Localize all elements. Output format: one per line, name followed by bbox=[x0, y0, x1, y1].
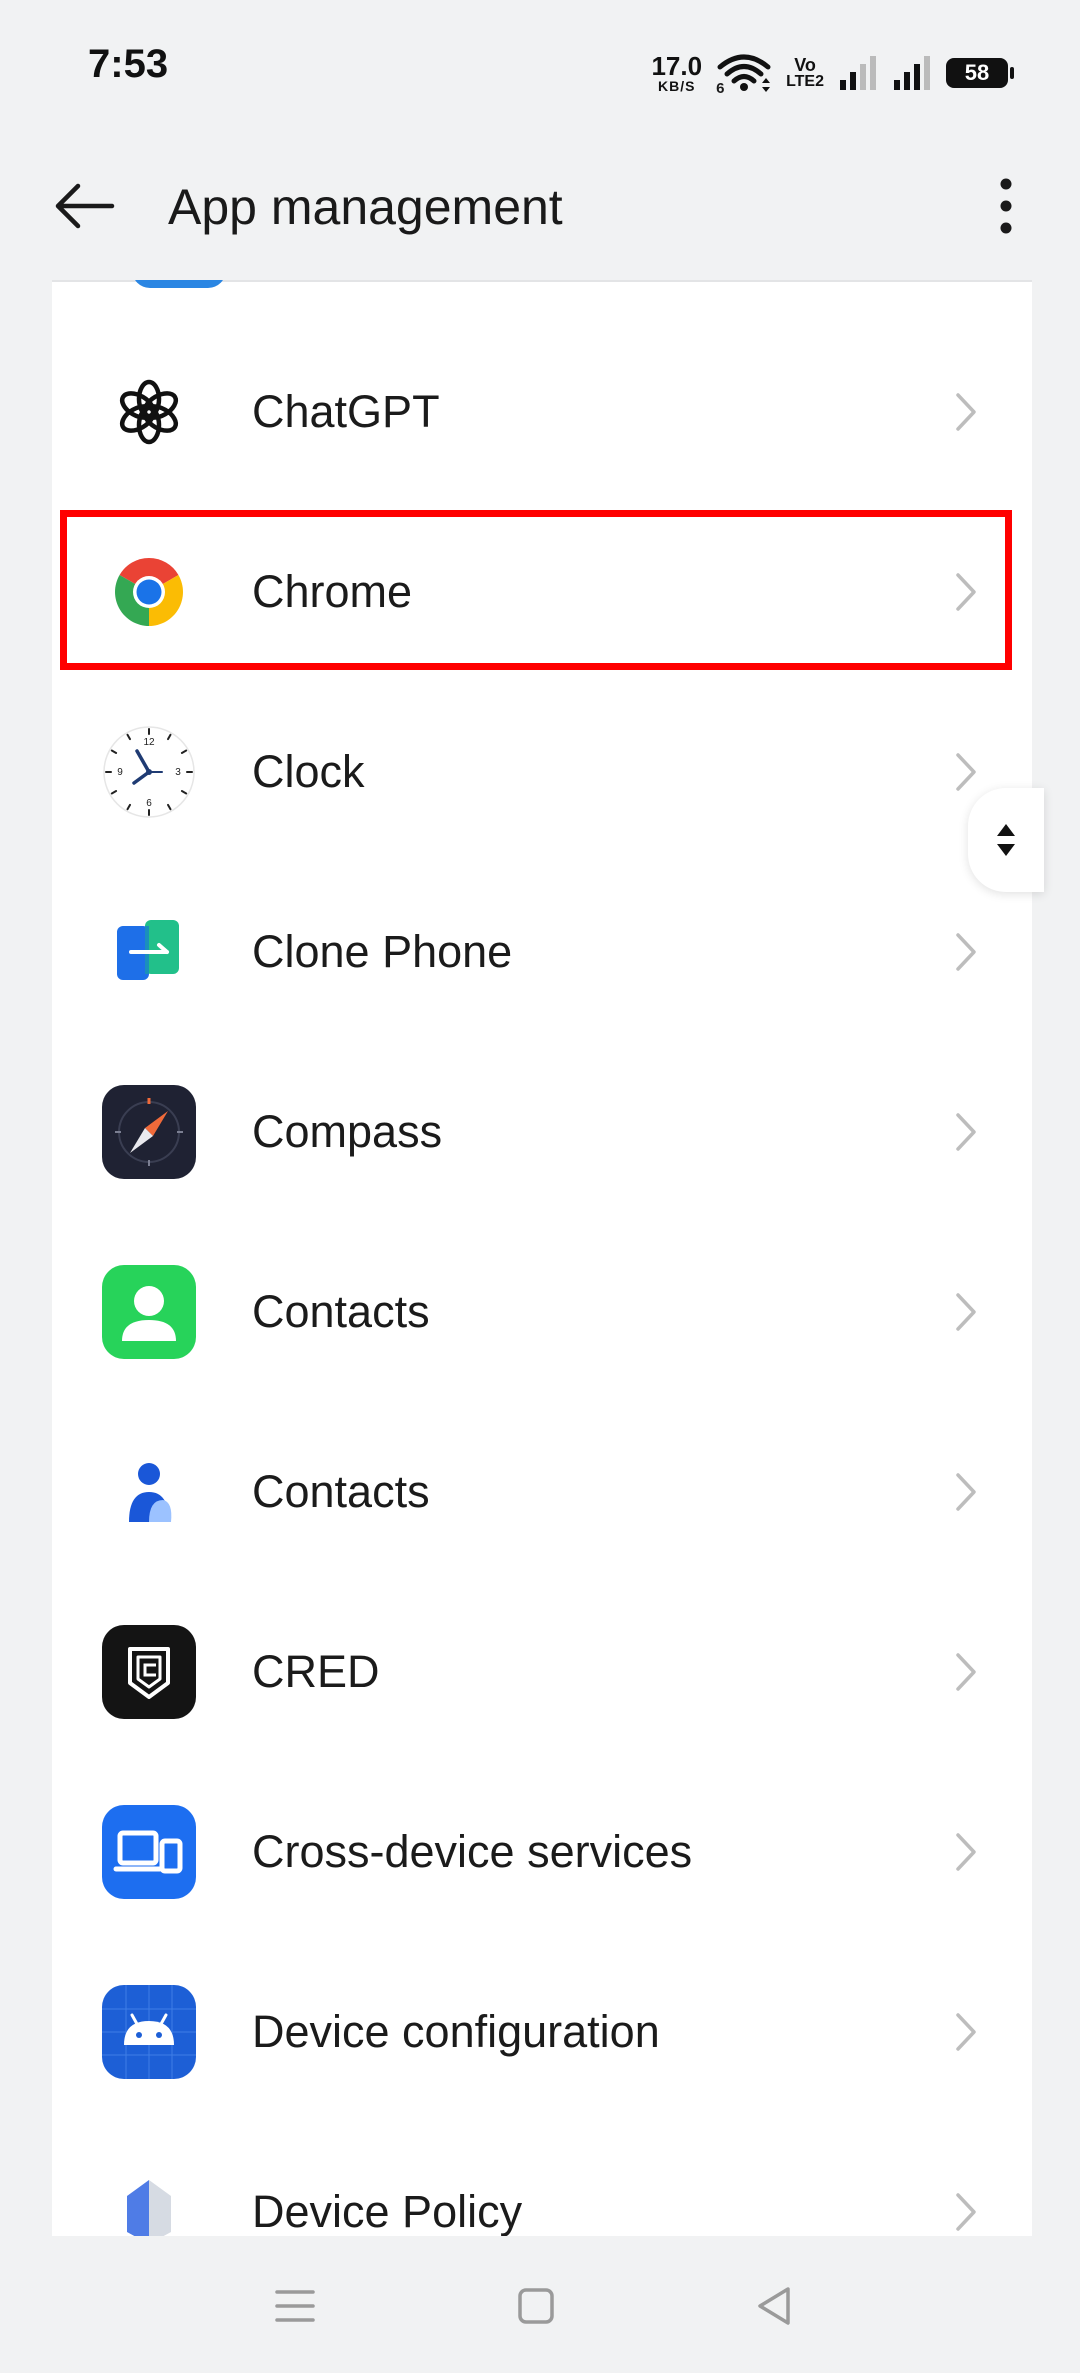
back-triangle-icon bbox=[758, 2287, 790, 2325]
volte-top-label: Vo bbox=[794, 55, 816, 75]
compass-icon bbox=[102, 1085, 196, 1179]
app-row-chatgpt[interactable]: ChatGPT bbox=[52, 322, 1032, 502]
app-row-chrome[interactable]: Chrome bbox=[52, 502, 1032, 682]
chevron-right-icon bbox=[944, 570, 988, 614]
chevron-right-icon bbox=[944, 2190, 988, 2234]
scroll-arrows-icon bbox=[997, 824, 1015, 856]
app-name: CRED bbox=[252, 1646, 380, 1697]
device-policy-icon bbox=[102, 2165, 196, 2236]
app-name: Cross-device services bbox=[252, 1826, 693, 1877]
app-name: Device configuration bbox=[252, 2006, 660, 2057]
home-button[interactable] bbox=[496, 2266, 576, 2346]
app-bar: App management bbox=[0, 140, 1080, 280]
navigation-bar bbox=[0, 2236, 1080, 2373]
app-list[interactable]: ChatGPT Chrome 12 3 6 9 Clock Clone Phon… bbox=[52, 280, 1032, 2236]
chevron-right-icon bbox=[944, 930, 988, 974]
chevron-right-icon bbox=[944, 1290, 988, 1334]
network-speed-unit: KB/S bbox=[658, 78, 696, 94]
app-row-clock[interactable]: 12 3 6 9 Clock bbox=[52, 682, 1032, 862]
home-square-icon bbox=[518, 2288, 554, 2324]
app-row-device-policy[interactable]: Device Policy bbox=[52, 2122, 1032, 2236]
chevron-right-icon bbox=[944, 2010, 988, 2054]
app-name: Compass bbox=[252, 1106, 443, 1157]
status-icons: 17.0 KB/S 6 Vo LTE2 58 bbox=[651, 48, 1014, 98]
partial-app-icon bbox=[132, 280, 226, 288]
back-nav-button[interactable] bbox=[734, 2266, 814, 2346]
menu-icon bbox=[275, 2290, 315, 2322]
signal-icon bbox=[840, 56, 876, 90]
clock-numeral-12: 12 bbox=[143, 737, 155, 748]
more-vertical-icon bbox=[1000, 178, 1012, 234]
app-row-cred[interactable]: CRED bbox=[52, 1582, 1032, 1762]
app-name: Contacts bbox=[252, 1466, 430, 1517]
app-row-compass[interactable]: Compass bbox=[52, 1042, 1032, 1222]
wifi-label: 6 bbox=[716, 80, 725, 97]
wifi-icon: 6 bbox=[716, 53, 772, 97]
network-speed: 17.0 KB/S bbox=[651, 53, 702, 93]
app-row-cross-device-services[interactable]: Cross-device services bbox=[52, 1762, 1032, 1942]
volte-bottom-label: LTE2 bbox=[786, 73, 824, 90]
contacts-green-icon bbox=[102, 1265, 196, 1359]
arrow-left-icon bbox=[55, 183, 115, 229]
clock-icon: 12 3 6 9 bbox=[102, 725, 196, 819]
status-time: 7:53 bbox=[88, 42, 169, 86]
back-button[interactable] bbox=[48, 170, 120, 242]
app-name: Device Policy bbox=[252, 2186, 523, 2236]
clone-phone-icon bbox=[102, 905, 196, 999]
battery-icon: 58 bbox=[946, 58, 1014, 88]
app-name: Clone Phone bbox=[252, 926, 513, 977]
chevron-right-icon bbox=[944, 1830, 988, 1874]
app-row-clone-phone[interactable]: Clone Phone bbox=[52, 862, 1032, 1042]
status-bar: 7:53 17.0 KB/S 6 Vo LTE2 58 bbox=[0, 0, 1080, 140]
recents-button[interactable] bbox=[255, 2266, 335, 2346]
contacts-blue-icon bbox=[102, 1445, 196, 1539]
app-name: Contacts bbox=[252, 1286, 430, 1337]
chevron-right-icon bbox=[944, 750, 988, 794]
network-speed-value: 17.0 bbox=[651, 51, 703, 81]
cross-device-icon bbox=[102, 1805, 196, 1899]
chevron-right-icon bbox=[944, 390, 988, 434]
page-title: App management bbox=[168, 179, 563, 235]
app-name: ChatGPT bbox=[252, 386, 440, 437]
chevron-right-icon bbox=[944, 1650, 988, 1694]
app-name: Chrome bbox=[252, 566, 413, 617]
fast-scroll-handle[interactable] bbox=[968, 788, 1044, 892]
battery-level: 58 bbox=[964, 60, 990, 85]
signal-icon-2 bbox=[894, 56, 930, 90]
chrome-icon bbox=[102, 545, 196, 639]
clock-numeral-9: 9 bbox=[117, 767, 123, 778]
more-options-button[interactable] bbox=[970, 170, 1042, 242]
clock-numeral-6: 6 bbox=[146, 798, 152, 809]
chevron-right-icon bbox=[944, 1470, 988, 1514]
clock-numeral-3: 3 bbox=[175, 767, 181, 778]
app-row-contacts-blue[interactable]: Contacts bbox=[52, 1402, 1032, 1582]
android-icon bbox=[102, 1985, 196, 2079]
volte-indicator: Vo LTE2 bbox=[786, 56, 824, 90]
chatgpt-icon bbox=[102, 365, 196, 459]
app-name: Clock bbox=[252, 746, 365, 797]
cred-icon bbox=[102, 1625, 196, 1719]
app-row-contacts-green[interactable]: Contacts bbox=[52, 1222, 1032, 1402]
chevron-right-icon bbox=[944, 1110, 988, 1154]
app-row-device-configuration[interactable]: Device configuration bbox=[52, 1942, 1032, 2122]
